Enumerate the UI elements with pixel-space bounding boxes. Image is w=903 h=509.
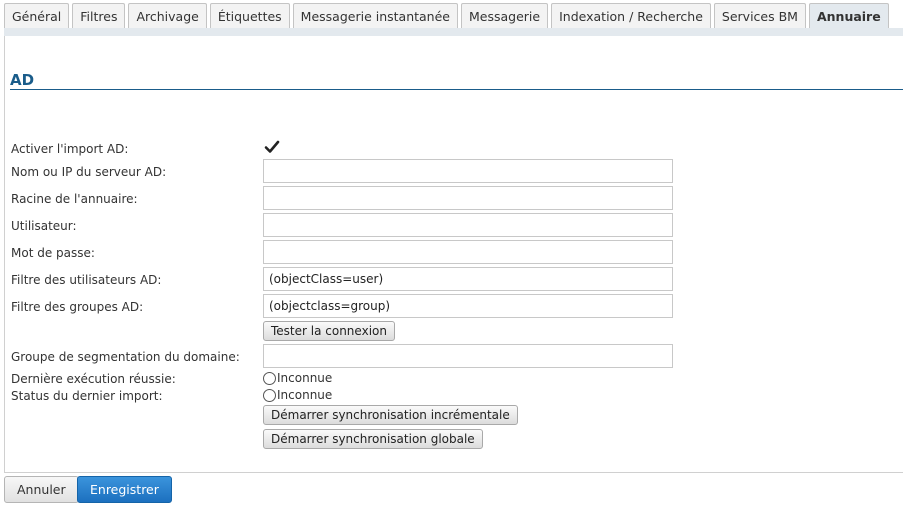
group-filter-label: Filtre des groupes AD: (11, 300, 144, 314)
password-input[interactable] (263, 240, 673, 264)
segmentation-input[interactable] (263, 344, 673, 368)
last-status-status: Inconnue (263, 388, 332, 402)
group-filter-input[interactable] (263, 294, 673, 318)
last-run-label: Dernière exécution réussie: (11, 372, 176, 386)
password-label: Mot de passe: (11, 246, 95, 260)
root-label: Racine de l'annuaire: (11, 192, 138, 206)
last-status-value: Inconnue (277, 388, 333, 402)
last-status-label: Status du dernier import: (11, 389, 163, 403)
user-filter-input[interactable] (263, 267, 673, 291)
section-title: AD (10, 71, 35, 89)
tab-filters[interactable]: Filtres (72, 3, 126, 28)
radio-icon (263, 388, 276, 402)
global-sync-button[interactable]: Démarrer synchronisation globale (263, 429, 483, 449)
cancel-button[interactable]: Annuler (4, 476, 79, 503)
tab-messaging[interactable]: Messagerie (461, 3, 549, 28)
tab-general[interactable]: Général (4, 3, 70, 28)
tab-indexing-search[interactable]: Indexation / Recherche (551, 3, 711, 28)
checkmark-icon[interactable] (264, 139, 280, 155)
tab-bm-services[interactable]: Services BM (713, 3, 806, 28)
tab-labels[interactable]: Étiquettes (209, 3, 290, 28)
root-input[interactable] (263, 186, 673, 210)
tab-content-strip (4, 28, 903, 36)
server-label: Nom ou IP du serveur AD: (11, 165, 167, 179)
server-input[interactable] (263, 159, 673, 183)
section-divider (10, 89, 903, 90)
segmentation-label: Groupe de segmentation du domaine: (11, 350, 240, 364)
tab-directory[interactable]: Annuaire (808, 3, 889, 28)
radio-icon (263, 371, 276, 385)
last-run-status: Inconnue (263, 371, 332, 385)
enable-import-label: Activer l'import AD: (11, 142, 129, 156)
last-run-value: Inconnue (277, 371, 333, 385)
tab-archiving[interactable]: Archivage (128, 3, 207, 28)
user-filter-label: Filtre des utilisateurs AD: (11, 273, 162, 287)
tab-instant-messaging[interactable]: Messagerie instantanée (292, 3, 458, 28)
user-input[interactable] (263, 213, 673, 237)
save-button[interactable]: Enregistrer (77, 476, 172, 503)
tab-bar: Général Filtres Archivage Étiquettes Mes… (4, 3, 889, 28)
user-label: Utilisateur: (11, 219, 77, 233)
incremental-sync-button[interactable]: Démarrer synchronisation incrémentale (263, 405, 518, 425)
test-connection-button[interactable]: Tester la connexion (263, 321, 395, 341)
